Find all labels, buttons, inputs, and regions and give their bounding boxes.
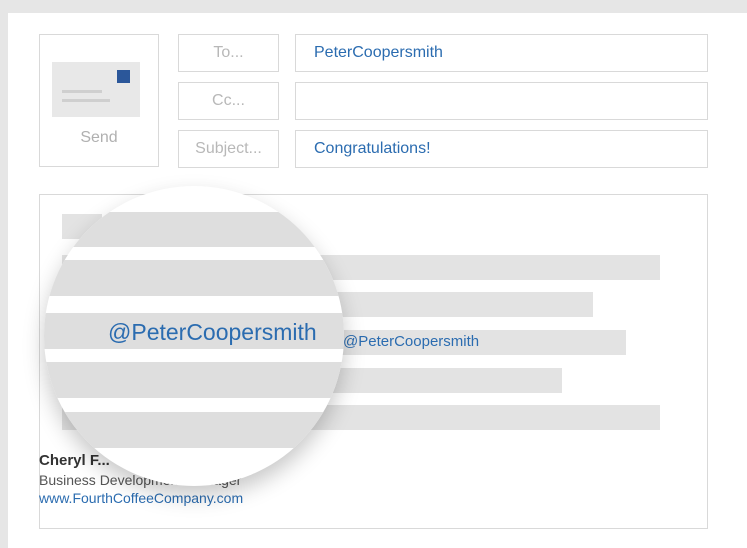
email-compose-window: Send To... Cc... Subject... PeterCoopers… xyxy=(8,13,747,548)
send-button[interactable]: Send xyxy=(39,34,159,167)
subject-label: Subject... xyxy=(178,130,279,168)
mention-link[interactable]: @PeterCoopersmith xyxy=(343,332,479,352)
signature-name: Cheryl F... xyxy=(39,452,110,469)
magnifier-lens: @PeterCoopersmith xyxy=(44,186,344,486)
stamp-icon xyxy=(117,70,130,83)
send-label: Send xyxy=(80,129,118,146)
cc-field[interactable] xyxy=(295,82,708,120)
magnified-text-line xyxy=(44,260,344,296)
signature-website-link[interactable]: www.FourthCoffeeCompany.com xyxy=(39,490,243,506)
subject-field[interactable]: Congratulations! xyxy=(295,130,708,168)
envelope-line xyxy=(62,90,102,93)
to-button[interactable]: To... xyxy=(178,34,279,72)
magnified-text-line xyxy=(44,362,344,398)
magnified-mention: @PeterCoopersmith xyxy=(108,319,317,345)
cc-button[interactable]: Cc... xyxy=(178,82,279,120)
envelope-line xyxy=(62,99,110,102)
to-field[interactable]: PeterCoopersmith xyxy=(295,34,708,72)
magnified-text-line xyxy=(44,212,344,247)
magnified-text-line xyxy=(44,412,344,448)
envelope-icon xyxy=(52,62,140,117)
